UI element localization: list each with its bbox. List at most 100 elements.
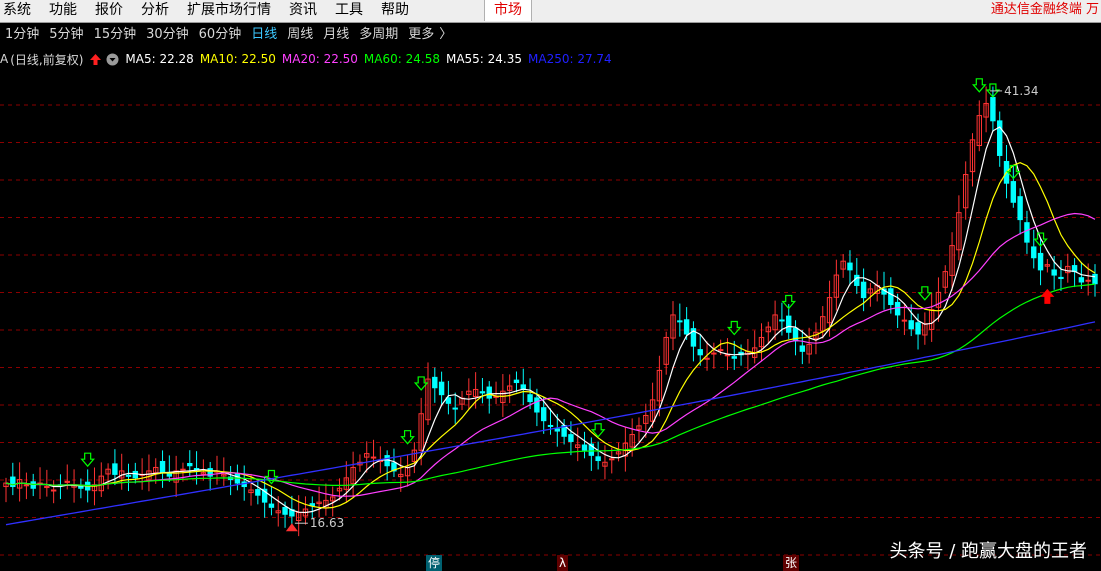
watermark: 头条号 / 跑赢大盘的王者 — [889, 541, 1087, 562]
candle-body — [724, 354, 731, 357]
period-tab[interactable]: 周线 — [282, 24, 318, 46]
period-adjust-label: (日线,前复权) — [10, 52, 84, 67]
ma-legend-item: MA20: 22.50 — [281, 52, 358, 66]
candle-body — [908, 320, 914, 330]
period-tab[interactable]: 月线 — [318, 24, 354, 46]
candle-body — [44, 486, 50, 489]
menu-item[interactable]: 分析 — [132, 0, 178, 22]
market-tab[interactable]: 市场 — [484, 0, 532, 21]
menu-items: 系统 功能 报价 分析 扩展市场行情 资讯 工具 帮助 — [0, 0, 418, 22]
candle-body — [255, 489, 261, 496]
candle-body — [997, 120, 1003, 156]
period-tab[interactable]: 更多 — [403, 24, 439, 46]
period-tab[interactable]: 30分钟 — [141, 24, 194, 46]
menu-item[interactable]: 报价 — [86, 0, 132, 22]
menu-item[interactable]: 功能 — [40, 0, 86, 22]
buy-arrow-icon — [917, 286, 933, 301]
candle-body — [112, 463, 118, 475]
ma-legend-item: MA10: 22.50 — [199, 52, 276, 66]
menu-item[interactable]: 工具 — [326, 0, 372, 22]
buy-arrow-icon — [726, 320, 742, 336]
kline-chart[interactable]: 41.34 16.63 — [0, 70, 1101, 571]
candle-body — [452, 407, 458, 410]
candle-body — [786, 315, 792, 333]
candle-body — [132, 470, 139, 479]
menu-bar: 系统 功能 报价 分析 扩展市场行情 资讯 工具 帮助 市场 通达信金融终端 万 — [0, 0, 1101, 23]
candle-body — [1010, 181, 1017, 203]
candle-body — [847, 262, 853, 271]
candle-body — [268, 503, 275, 508]
candle-body — [915, 322, 921, 335]
candle-body — [479, 391, 486, 394]
candle-body — [990, 96, 996, 122]
menu-item[interactable]: 帮助 — [372, 0, 418, 22]
candle-body — [779, 319, 785, 322]
options-dropdown-icon[interactable] — [106, 53, 119, 66]
menu-item[interactable]: 资讯 — [280, 0, 326, 22]
candle-body — [860, 281, 867, 299]
candle-body — [282, 506, 288, 515]
candle-body — [1058, 276, 1064, 280]
low-marker-icon — [285, 523, 298, 532]
candle-body — [854, 274, 860, 286]
ma-legend-item: MA60: 24.58 — [363, 52, 440, 66]
candle-body — [540, 407, 547, 422]
candle-body — [1037, 252, 1044, 271]
candle-body — [901, 319, 908, 322]
candle-body — [731, 356, 737, 359]
candle-body — [683, 319, 690, 335]
menu-item[interactable]: 扩展市场行情 — [178, 0, 280, 22]
candle-body — [23, 484, 30, 487]
candle-body — [894, 301, 901, 316]
buy-arrow-icon — [264, 469, 279, 485]
period-toolbar: 1分钟 5分钟 15分钟 30分钟 60分钟 日线 周线 月线 多周期 更多〉 — [0, 24, 1101, 46]
period-tab[interactable]: 60分钟 — [194, 24, 247, 46]
candle-body — [697, 349, 703, 356]
candle-body — [1031, 246, 1037, 259]
candle-body — [125, 474, 132, 477]
indicator-bar: A (日线,前复权) MA5: 22.28 MA10: 22.50 MA20: 22… — [0, 49, 618, 69]
more-chevron-icon[interactable]: 〉 — [439, 24, 452, 46]
candle-body — [1092, 273, 1098, 285]
candle-body — [677, 320, 683, 323]
candle-body — [1085, 279, 1091, 282]
candle-body — [888, 288, 894, 306]
candle-body — [513, 379, 520, 384]
period-tab[interactable]: 日线 — [246, 24, 282, 46]
candle-body — [799, 345, 806, 352]
candle-body — [534, 397, 540, 413]
candle-body — [432, 376, 438, 389]
candle-body — [193, 468, 200, 471]
up-arrow-icon[interactable] — [89, 53, 102, 66]
period-tab[interactable]: 15分钟 — [89, 24, 142, 46]
candle-body — [1024, 222, 1030, 243]
ma-legend-item: MA250: 27.74 — [528, 52, 612, 66]
candle-body — [554, 428, 561, 432]
period-tab[interactable]: 多周期 — [354, 24, 403, 46]
candle-body — [438, 381, 445, 396]
high-price-label: 41.34 — [1004, 84, 1038, 98]
app-brand: 通达信金融终端 万 — [990, 2, 1099, 17]
ma-legend-item: MA5: 22.28 — [125, 52, 194, 66]
menu-item[interactable]: 系统 — [0, 0, 40, 22]
candle-body — [595, 456, 601, 462]
period-tab[interactable]: 5分钟 — [44, 24, 88, 46]
candle-body — [180, 468, 186, 471]
candle-body — [609, 458, 615, 461]
candle-body — [187, 462, 193, 467]
indicator-prefix: A — [0, 52, 9, 66]
candle-body — [711, 352, 717, 355]
candle-body — [1078, 277, 1085, 283]
candle-body — [1051, 269, 1057, 276]
status-tag: λ — [557, 555, 569, 571]
candle-body — [581, 444, 588, 451]
status-tag: 张 — [783, 555, 800, 571]
candle-body — [547, 424, 554, 427]
buy-arrow-icon — [971, 78, 987, 93]
candle-body — [527, 394, 533, 403]
buy-arrow-icon — [400, 430, 415, 445]
candle-body — [159, 460, 166, 474]
period-tab[interactable]: 1分钟 — [0, 24, 44, 46]
candle-body — [50, 489, 57, 492]
status-tag: 停 — [426, 555, 443, 571]
